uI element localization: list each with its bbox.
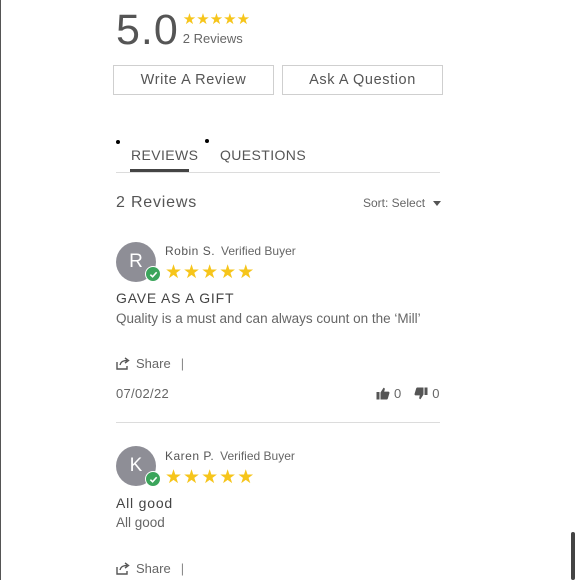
- summary-details: ★ ★ ★ ★ ★ 2 Reviews: [183, 12, 250, 46]
- star-icon: ★: [201, 467, 219, 488]
- summary-stars: ★ ★ ★ ★ ★: [183, 12, 250, 27]
- star-icon: ★: [183, 262, 201, 283]
- share-label: Share: [136, 356, 171, 371]
- star-icon: ★: [219, 262, 237, 283]
- page-left-border: [0, 0, 1, 580]
- caret-down-icon: [433, 200, 442, 206]
- verified-buyer-label: Verified Buyer: [220, 449, 295, 463]
- reviewer-name: Karen P.: [165, 449, 215, 463]
- star-icon: ★: [183, 467, 201, 488]
- share-icon: [116, 357, 130, 370]
- share-label: Share: [136, 561, 171, 576]
- review-title: All good: [116, 495, 173, 511]
- star-icon: ★: [237, 262, 255, 283]
- share-button[interactable]: Share |: [116, 561, 184, 576]
- star-icon: ★: [209, 11, 224, 28]
- thumbs-down-icon: [414, 387, 428, 400]
- reviewer-info: Robin S. Verified Buyer: [165, 244, 296, 258]
- thumbs-up-count: 0: [394, 386, 402, 401]
- share-separator: |: [180, 356, 185, 371]
- tab-questions[interactable]: QUESTIONS: [220, 147, 306, 163]
- thumbs-up-icon: [376, 387, 390, 400]
- star-icon: ★: [201, 262, 219, 283]
- avatar-initial: K: [129, 455, 143, 476]
- review-votes: 0 0: [376, 386, 439, 401]
- reviewer-name: Robin S.: [165, 244, 216, 258]
- review-divider: [116, 422, 440, 423]
- review-date: 07/02/22: [116, 386, 170, 401]
- verified-check-icon: [145, 471, 161, 487]
- review-stars: ★ ★ ★ ★ ★: [165, 263, 254, 282]
- sort-label: Sort: Select: [363, 196, 426, 210]
- star-icon: ★: [165, 467, 183, 488]
- avatar-initial: R: [129, 251, 143, 272]
- star-icon: ★: [237, 467, 255, 488]
- share-button[interactable]: Share |: [116, 356, 184, 371]
- review-title: GAVE AS A GIFT: [116, 290, 235, 306]
- write-review-button[interactable]: Write A Review: [113, 65, 274, 95]
- ask-question-button[interactable]: Ask A Question: [282, 65, 443, 95]
- sort-dropdown[interactable]: Sort: Select: [363, 196, 442, 210]
- review-stars: ★ ★ ★ ★ ★: [165, 468, 254, 487]
- rating-summary: 5.0 ★ ★ ★ ★ ★ 2 Reviews: [116, 4, 250, 56]
- review-count-text: 2 Reviews: [182, 31, 243, 46]
- review-body: All good: [116, 515, 165, 530]
- tabs-divider: [116, 172, 440, 173]
- review-body: Quality is a must and can always count o…: [116, 311, 421, 326]
- star-icon: ★: [165, 262, 183, 283]
- scrollbar-thumb[interactable]: [571, 532, 575, 580]
- star-icon: ★: [236, 11, 251, 28]
- reviewer-info: Karen P. Verified Buyer: [165, 449, 295, 463]
- verified-check-icon: [145, 266, 161, 282]
- tab-reviews[interactable]: REVIEWS: [131, 147, 198, 163]
- verified-buyer-label: Verified Buyer: [221, 244, 296, 258]
- star-icon: ★: [219, 467, 237, 488]
- thumbs-up-button[interactable]: 0: [376, 386, 401, 401]
- share-icon: [116, 562, 130, 575]
- star-icon: ★: [223, 11, 237, 28]
- star-icon: ★: [182, 11, 197, 28]
- tab-bullet: [205, 139, 209, 143]
- tab-bullet: [116, 140, 120, 144]
- thumbs-down-count: 0: [432, 386, 440, 401]
- star-icon: ★: [196, 11, 210, 28]
- share-separator: |: [180, 561, 185, 576]
- average-rating: 5.0: [116, 6, 179, 54]
- reviews-count-heading: 2 Reviews: [116, 194, 198, 211]
- thumbs-down-button[interactable]: 0: [414, 386, 439, 401]
